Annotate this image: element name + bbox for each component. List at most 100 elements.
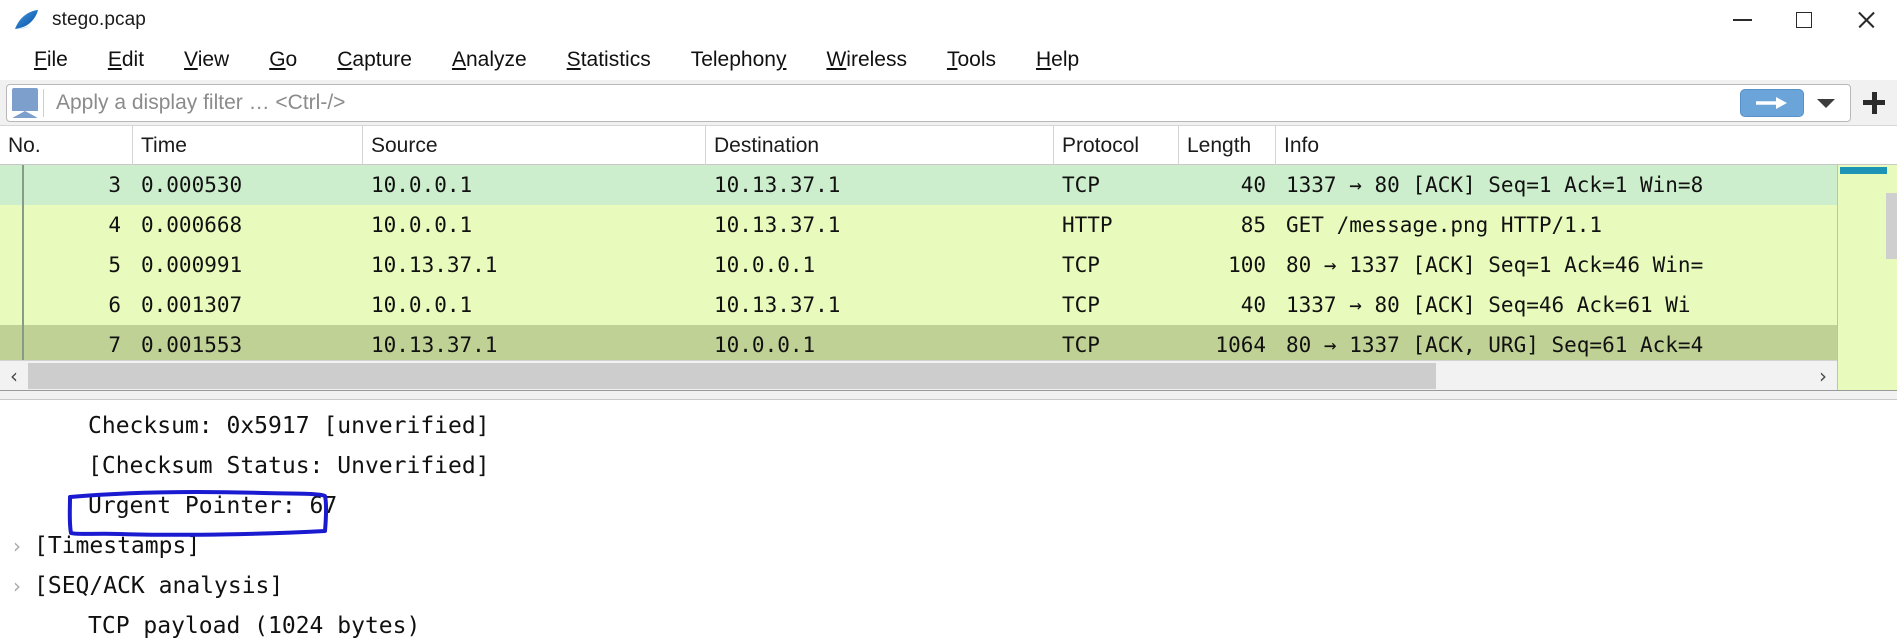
cell-time: 0.000991 [141,253,243,277]
display-filter-input-container[interactable]: Apply a display filter … <Ctrl-/> [6,83,1851,122]
arrow-right-icon [1756,96,1787,109]
menu-item-view[interactable]: View [164,46,249,74]
detail-row[interactable]: [Checksum Status: Unverified] [0,446,1897,486]
column-header-destination[interactable]: Destination [706,126,1054,165]
scroll-left-arrow-icon[interactable]: ‹ [0,361,28,391]
minimize-button[interactable] [1711,0,1773,40]
column-header-info[interactable]: Info [1276,126,1897,165]
detail-row-tcp-payload[interactable]: TCP payload (1024 bytes) [0,606,1897,639]
packet-map-scrollbar[interactable] [1837,165,1897,390]
cell-protocol: TCP [1062,253,1100,277]
horizontal-scrollbar-thumb[interactable] [28,362,1436,389]
menu-item-telephony[interactable]: Telephony [671,46,807,74]
display-filter-input[interactable]: Apply a display filter … <Ctrl-/> [44,91,1740,115]
column-header-no[interactable]: No. [0,126,133,165]
bookmark-icon[interactable] [12,87,38,118]
expander-icon [0,486,34,526]
horizontal-scrollbar[interactable]: ‹ › [0,360,1837,390]
cell-no: 6 [108,293,121,317]
cell-source: 10.13.37.1 [371,253,498,277]
menu-mnemonic: y [775,48,787,71]
cell-destination: 10.0.0.1 [714,333,816,357]
menu-bar: File Edit View Go Capture Analyze Statis… [0,40,1897,80]
menu-item-analyze[interactable]: Analyze [432,46,547,74]
minimize-icon [1732,19,1752,21]
detail-row-label: Checksum: 0x5917 [unverified] [88,413,490,439]
cell-info: 80 → 1337 [ACK, URG] Seq=61 Ack=4 [1286,333,1704,357]
detail-row-timestamps[interactable]: › [Timestamps] [0,526,1897,566]
table-row[interactable]: 5 0.000991 10.13.37.1 10.0.0.1 TCP 100 8… [0,245,1897,285]
menu-item-file[interactable]: File [14,46,88,74]
cell-length: 100 [1228,253,1266,277]
column-header-length[interactable]: Length [1179,126,1276,165]
detail-row-seq-ack-analysis[interactable]: › [SEQ/ACK analysis] [0,566,1897,606]
cell-info: 1337 → 80 [ACK] Seq=1 Ack=1 Win=8 [1286,173,1704,197]
table-row[interactable]: 3 0.000530 10.0.0.1 10.13.37.1 TCP 40 13… [0,165,1897,205]
menu-mnemonic: V [184,48,198,71]
chevron-right-icon[interactable]: › [0,566,34,606]
menu-mnemonic: H [1036,48,1052,71]
row-gutter [0,325,22,365]
cell-time: 0.001553 [141,333,243,357]
menu-rest: ools [957,48,996,71]
close-icon [1857,11,1875,29]
menu-rest: iew [197,48,230,71]
menu-item-tools[interactable]: Tools [927,46,1016,74]
chevron-down-icon [1817,98,1835,108]
menu-rest: ireless [846,48,907,71]
cell-protocol: TCP [1062,333,1100,357]
menu-mnemonic: A [451,48,466,71]
detail-row-urgent-pointer[interactable]: Urgent Pointer: 67 [0,486,1897,526]
row-gutter [0,245,22,285]
window-title: stego.pcap [52,9,146,30]
detail-row-label: [Timestamps] [34,533,201,559]
expander-icon [0,606,34,639]
menu-item-statistics[interactable]: Statistics [547,46,671,74]
apply-filter-button[interactable] [1740,88,1804,117]
cell-destination: 10.0.0.1 [714,253,816,277]
menu-mnemonic: S [566,48,581,71]
horizontal-scrollbar-track[interactable] [28,360,1809,390]
add-filter-button[interactable] [1851,80,1897,126]
display-filter-toolbar: Apply a display filter … <Ctrl-/> [0,80,1897,126]
menu-mnemonic: T [946,48,958,71]
cell-source: 10.0.0.1 [371,173,473,197]
menu-rest: ile [46,48,68,71]
scroll-right-arrow-icon[interactable]: › [1809,361,1837,391]
menu-item-capture[interactable]: Capture [317,46,432,74]
filter-bookmark-dropdown-button[interactable] [1808,89,1844,117]
column-header-time[interactable]: Time [133,126,363,165]
menu-item-help[interactable]: Help [1016,46,1099,74]
vertical-scrollbar-thumb[interactable] [1886,193,1897,259]
menu-item-go[interactable]: Go [249,46,317,74]
cell-protocol: TCP [1062,173,1100,197]
expander-icon [0,446,34,486]
maximize-button[interactable] [1773,0,1835,40]
table-row-selected[interactable]: 7 0.001553 10.13.37.1 10.0.0.1 TCP 1064 … [0,325,1897,365]
row-gutter [0,285,22,325]
wireshark-shark-fin-icon [14,8,40,32]
detail-row-label: [Checksum Status: Unverified] [88,453,490,479]
title-bar: stego.pcap [0,0,1897,40]
detail-row-label: Urgent Pointer: 67 [88,493,338,519]
packet-map-current-marker [1840,167,1887,174]
cell-source: 10.0.0.1 [371,213,473,237]
cell-destination: 10.13.37.1 [714,293,841,317]
pane-splitter[interactable] [0,390,1897,400]
cell-no: 7 [108,333,121,357]
column-header-source[interactable]: Source [363,126,706,165]
column-header-protocol[interactable]: Protocol [1054,126,1179,165]
menu-item-edit[interactable]: Edit [88,46,164,74]
chevron-right-icon[interactable]: › [0,526,34,566]
close-button[interactable] [1835,0,1897,40]
packet-list-header: No. Time Source Destination Protocol Len… [0,126,1897,165]
cell-info: 1337 → 80 [ACK] Seq=46 Ack=61 Wi [1286,293,1691,317]
table-row[interactable]: 6 0.001307 10.0.0.1 10.13.37.1 TCP 40 13… [0,285,1897,325]
menu-item-wireless[interactable]: Wireless [806,46,927,74]
cell-info: GET /message.png HTTP/1.1 [1286,213,1603,237]
cell-no: 3 [108,173,121,197]
menu-mnemonic: E [107,48,122,71]
wireshark-window: stego.pcap File Edit View Go Capture Ana… [0,0,1897,639]
detail-row[interactable]: Checksum: 0x5917 [unverified] [0,406,1897,446]
table-row[interactable]: 4 0.000668 10.0.0.1 10.13.37.1 HTTP 85 G… [0,205,1897,245]
